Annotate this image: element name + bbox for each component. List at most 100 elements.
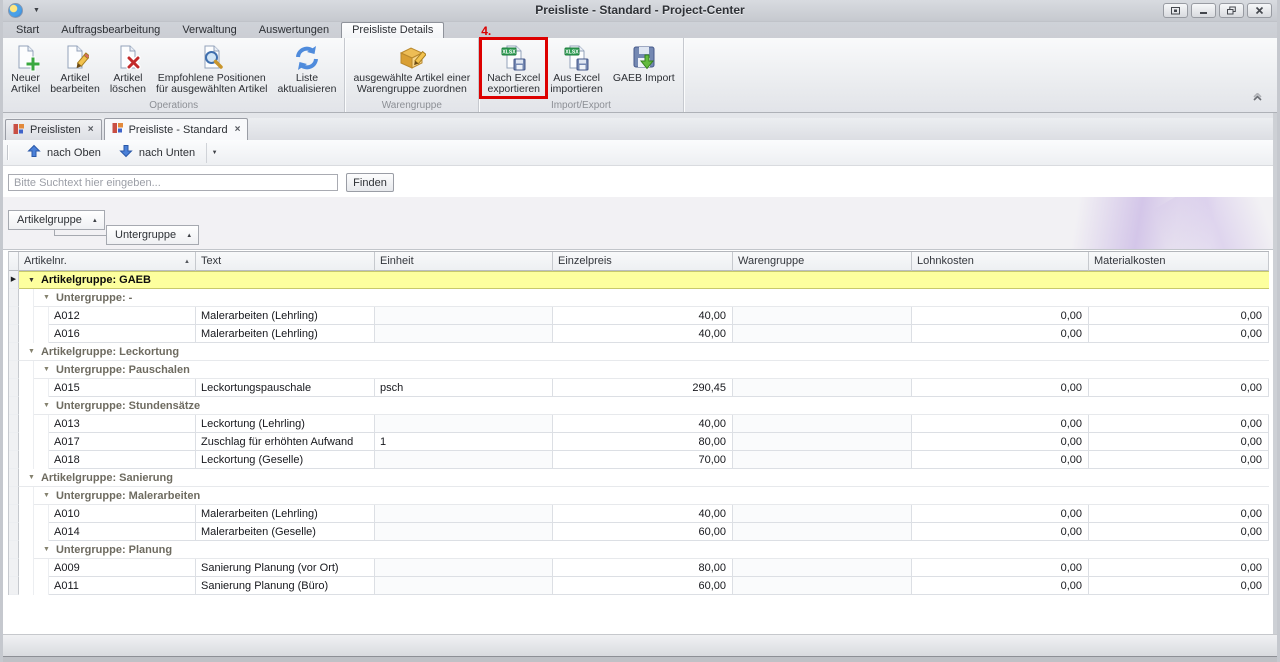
cell-einheit[interactable] (375, 505, 553, 523)
expand-collapse-icon[interactable]: ▼ (28, 348, 35, 355)
ribbon-tab-verwaltung[interactable]: Verwaltung (172, 22, 246, 38)
cell-einzelpreis[interactable]: 60,00 (553, 523, 733, 541)
cell-lohnkosten[interactable]: 0,00 (912, 307, 1089, 325)
cell-warengruppe[interactable] (733, 433, 912, 451)
cell-materialkosten[interactable]: 0,00 (1089, 505, 1269, 523)
group-row[interactable]: ▶▼Artikelgruppe: GAEB (9, 271, 1269, 289)
article-row[interactable]: A011Sanierung Planung (Büro)60,000,000,0… (9, 577, 1269, 595)
cell-warengruppe[interactable] (733, 505, 912, 523)
article-row[interactable]: A015Leckortungspauschalepsch290,450,000,… (9, 379, 1269, 397)
cell-einheit[interactable] (375, 325, 553, 343)
cell-warengruppe[interactable] (733, 415, 912, 433)
ribbon-tab-auftragsbearbeitung[interactable]: Auftragsbearbeitung (51, 22, 170, 38)
cell-artikelnr[interactable]: A011 (49, 577, 196, 595)
cell-warengruppe[interactable] (733, 559, 912, 577)
column-header-warengruppe[interactable]: Warengruppe (733, 252, 912, 271)
cell-text[interactable]: Malerarbeiten (Lehrling) (196, 325, 375, 343)
cell-einzelpreis[interactable]: 40,00 (553, 415, 733, 433)
column-header-artikelnr[interactable]: Artikelnr.▲ (19, 252, 196, 271)
cell-einheit[interactable] (375, 523, 553, 541)
cell-einheit[interactable] (375, 307, 553, 325)
expand-collapse-icon[interactable]: ▼ (28, 474, 35, 481)
cell-text[interactable]: Zuschlag für erhöhten Aufwand (196, 433, 375, 451)
cell-warengruppe[interactable] (733, 577, 912, 595)
cell-einheit[interactable] (375, 415, 553, 433)
cell-einzelpreis[interactable]: 80,00 (553, 559, 733, 577)
cell-materialkosten[interactable]: 0,00 (1089, 307, 1269, 325)
cell-artikelnr[interactable]: A016 (49, 325, 196, 343)
article-row[interactable]: A010Malerarbeiten (Lehrling)40,000,000,0… (9, 505, 1269, 523)
cell-materialkosten[interactable]: 0,00 (1089, 451, 1269, 469)
group-row[interactable]: ▼Untergruppe: Stundensätze (9, 397, 1269, 415)
column-header-materialkosten[interactable]: Materialkosten (1089, 252, 1269, 271)
cell-materialkosten[interactable]: 0,00 (1089, 379, 1269, 397)
group-row-cell[interactable]: ▼Artikelgruppe: Sanierung (19, 469, 1269, 487)
cell-lohnkosten[interactable]: 0,00 (912, 379, 1089, 397)
cell-warengruppe[interactable] (733, 325, 912, 343)
gaeb-import-button[interactable]: GAEB Import (608, 40, 680, 96)
group-row[interactable]: ▼Untergruppe: - (9, 289, 1269, 307)
column-header-einheit[interactable]: Einheit (375, 252, 553, 271)
cell-lohnkosten[interactable]: 0,00 (912, 325, 1089, 343)
column-header-lohnkosten[interactable]: Lohnkosten (912, 252, 1089, 271)
artikel-löschen-button[interactable]: Artikellöschen (105, 40, 151, 96)
cell-text[interactable]: Malerarbeiten (Lehrling) (196, 307, 375, 325)
article-row[interactable]: A014Malerarbeiten (Geselle) 60,00 0,000,00 (9, 523, 1269, 541)
article-row[interactable]: A017Zuschlag für erhöhten Aufwand180,00 0… (9, 433, 1269, 451)
close-button[interactable] (1247, 3, 1272, 18)
cell-warengruppe[interactable] (733, 451, 912, 469)
cell-artikelnr[interactable]: A018 (49, 451, 196, 469)
group-row-cell[interactable]: ▼Untergruppe: Malerarbeiten (34, 487, 1269, 505)
expand-collapse-icon[interactable]: ▼ (28, 277, 35, 284)
cell-warengruppe[interactable] (733, 379, 912, 397)
cell-lohnkosten[interactable]: 0,00 (912, 505, 1089, 523)
cell-lohnkosten[interactable]: 0,00 (912, 433, 1089, 451)
cell-lohnkosten[interactable]: 0,00 (912, 415, 1089, 433)
expand-collapse-icon[interactable]: ▼ (43, 402, 50, 409)
cell-text[interactable]: Malerarbeiten (Lehrling) (196, 505, 375, 523)
group-row-cell[interactable]: ▼Untergruppe: Stundensätze (34, 397, 1269, 415)
group-row[interactable]: ▼Artikelgruppe: Leckortung (9, 343, 1269, 361)
cell-einheit[interactable] (375, 451, 553, 469)
aus-excel-importieren-button[interactable]: XLSXAus Excelimportieren (545, 40, 608, 96)
cell-text[interactable]: Leckortungspauschale (196, 379, 375, 397)
minimize-button[interactable] (1191, 3, 1216, 18)
cell-einzelpreis[interactable]: 40,00 (553, 325, 733, 343)
ausgewählte-artikel-einer-warengruppe-zuordnen-button[interactable]: ausgewählte Artikel einerWarengruppe zuo… (348, 40, 475, 96)
cell-text[interactable]: Malerarbeiten (Geselle) (196, 523, 375, 541)
cell-artikelnr[interactable]: A009 (49, 559, 196, 577)
expand-collapse-icon[interactable]: ▼ (43, 546, 50, 553)
neuer-artikel-button[interactable]: NeuerArtikel (6, 40, 45, 96)
cell-materialkosten[interactable]: 0,00 (1089, 433, 1269, 451)
cell-materialkosten[interactable]: 0,00 (1089, 325, 1269, 343)
cell-einheit[interactable]: psch (375, 379, 553, 397)
group-row[interactable]: ▼Untergruppe: Pauschalen (9, 361, 1269, 379)
empfohlene-positionen-für-ausgewählten-artikel-button[interactable]: Empfohlene Positionenfür ausgewählten Ar… (151, 40, 272, 96)
document-tab-preislisten[interactable]: Preislisten× (5, 119, 102, 140)
group-chip-untergruppe[interactable]: Untergruppe ▲ (106, 225, 199, 245)
cell-artikelnr[interactable]: A012 (49, 307, 196, 325)
cell-artikelnr[interactable]: A017 (49, 433, 196, 451)
group-row-cell[interactable]: ▼Artikelgruppe: Leckortung (19, 343, 1269, 361)
cell-artikelnr[interactable]: A013 (49, 415, 196, 433)
ribbon-tab-preisliste-details[interactable]: Preisliste Details (341, 22, 444, 38)
article-row[interactable]: A013Leckortung (Lehrling)40,000,000,00 (9, 415, 1269, 433)
cell-einzelpreis[interactable]: 40,00 (553, 505, 733, 523)
cell-materialkosten[interactable]: 0,00 (1089, 415, 1269, 433)
close-tab-icon[interactable]: × (235, 125, 241, 135)
expand-collapse-icon[interactable]: ▼ (43, 366, 50, 373)
cell-materialkosten[interactable]: 0,00 (1089, 523, 1269, 541)
cell-warengruppe[interactable] (733, 523, 912, 541)
cell-einzelpreis[interactable]: 80,00 (553, 433, 733, 451)
cell-text[interactable]: Leckortung (Geselle) (196, 451, 375, 469)
cell-einheit[interactable]: 1 (375, 433, 553, 451)
group-row-cell[interactable]: ▼Untergruppe: Pauschalen (34, 361, 1269, 379)
restore-button[interactable] (1219, 3, 1244, 18)
cell-materialkosten[interactable]: 0,00 (1089, 577, 1269, 595)
cell-artikelnr[interactable]: A014 (49, 523, 196, 541)
artikel-bearbeiten-button[interactable]: Artikelbearbeiten (45, 40, 105, 96)
expand-collapse-icon[interactable]: ▼ (43, 492, 50, 499)
cell-lohnkosten[interactable]: 0,00 (912, 559, 1089, 577)
cell-einzelpreis[interactable]: 290,45 (553, 379, 733, 397)
cell-lohnkosten[interactable]: 0,00 (912, 523, 1089, 541)
